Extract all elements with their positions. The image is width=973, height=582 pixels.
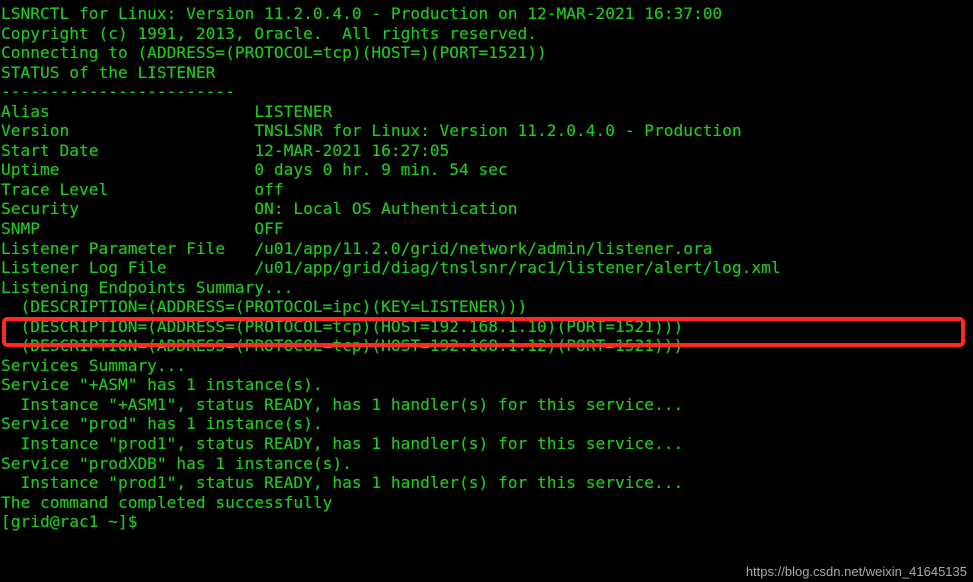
terminal-line-endpoint-tcp-2: (DESCRIPTION=(ADDRESS=(PROTOCOL=tcp)(HOS… — [1, 336, 684, 356]
terminal-line-service-prod: Service "prod" has 1 instance(s). — [1, 414, 323, 434]
terminal-window[interactable]: LSNRCTL for Linux: Version 11.2.0.4.0 - … — [0, 0, 973, 582]
terminal-line: Connecting to (ADDRESS=(PROTOCOL=tcp)(HO… — [1, 43, 547, 63]
terminal-line-alias: Alias LISTENER — [1, 101, 333, 121]
terminal-line-instance-prod1: Instance "prod1", status READY, has 1 ha… — [1, 434, 684, 454]
terminal-line-security: Security ON: Local OS Authentication — [1, 199, 518, 219]
terminal-line-version: Version TNSLSNR for Linux: Version 11.2.… — [1, 121, 742, 141]
terminal-line-service-prodxdb: Service "prodXDB" has 1 instance(s). — [1, 453, 352, 473]
terminal-line: STATUS of the LISTENER — [1, 62, 216, 82]
terminal-line-snmp: SNMP OFF — [1, 219, 284, 239]
terminal-line-trace-level: Trace Level off — [1, 179, 284, 199]
terminal-line-command-complete: The command completed successfully — [1, 492, 333, 512]
terminal-line-separator: ------------------------ — [1, 82, 235, 102]
terminal-line: LSNRCTL for Linux: Version 11.2.0.4.0 - … — [1, 4, 723, 23]
terminal-line-uptime: Uptime 0 days 0 hr. 9 min. 54 sec — [1, 160, 508, 180]
terminal-line-endpoints-header: Listening Endpoints Summary... — [1, 277, 294, 297]
terminal-line: Copyright (c) 1991, 2013, Oracle. All ri… — [1, 23, 538, 43]
terminal-line-instance-asm1: Instance "+ASM1", status READY, has 1 ha… — [1, 394, 684, 414]
terminal-prompt[interactable]: [grid@rac1 ~]$ — [0, 512, 973, 532]
terminal-line-services-header: Services Summary... — [1, 355, 187, 375]
terminal-line-start-date: Start Date 12-MAR-2021 16:27:05 — [1, 140, 450, 160]
terminal-output[interactable]: LSNRCTL for Linux: Version 11.2.0.4.0 - … — [0, 0, 973, 532]
terminal-line-log-file: Listener Log File /u01/app/grid/diag/tns… — [1, 258, 781, 278]
terminal-line-endpoint-tcp-1: (DESCRIPTION=(ADDRESS=(PROTOCOL=tcp)(HOS… — [1, 316, 684, 336]
terminal-line-instance-prod1-xdb: Instance "prod1", status READY, has 1 ha… — [1, 473, 684, 493]
terminal-line-endpoint-ipc: (DESCRIPTION=(ADDRESS=(PROTOCOL=ipc)(KEY… — [1, 297, 528, 317]
terminal-line-parameter-file: Listener Parameter File /u01/app/11.2.0/… — [1, 238, 713, 258]
watermark-url: https://blog.csdn.net/weixin_41645135 — [745, 564, 967, 579]
terminal-line-service-asm: Service "+ASM" has 1 instance(s). — [1, 375, 323, 395]
